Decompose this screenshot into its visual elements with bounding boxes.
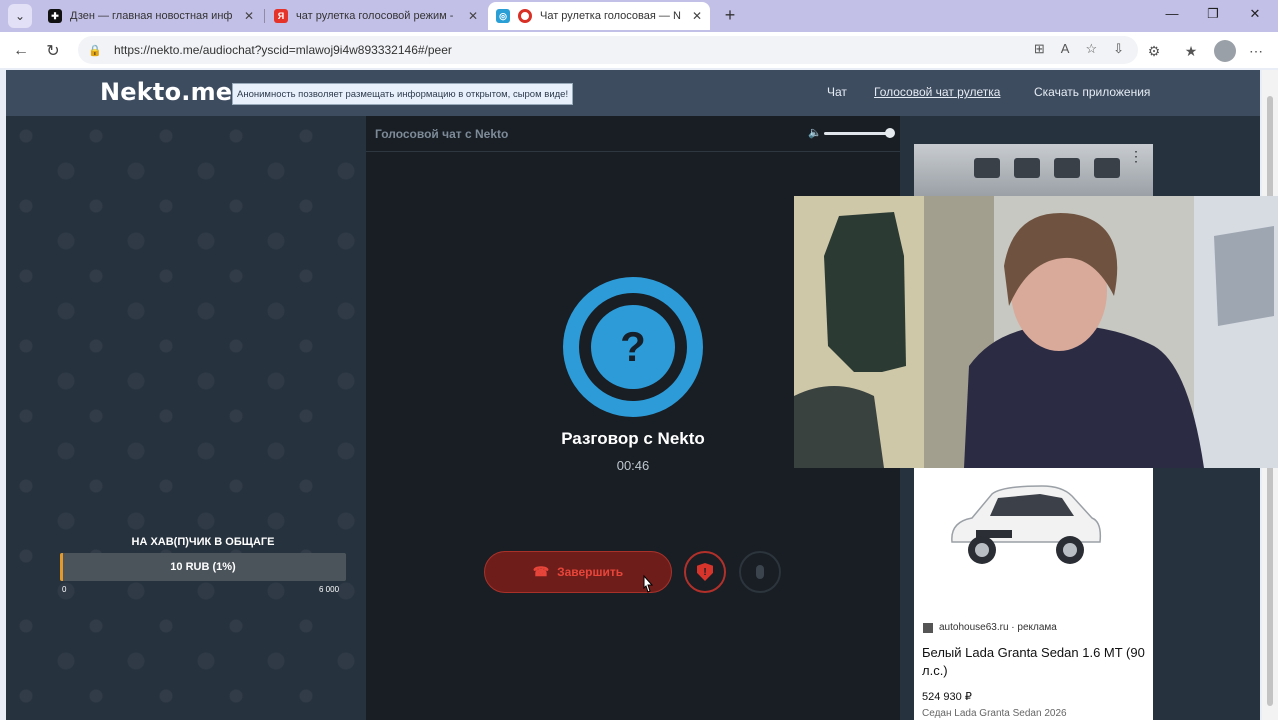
end-call-label: Завершить [557,565,624,579]
url-text: https://nekto.me/audiochat?yscid=mlawoj9… [114,43,452,57]
ad-more-icon[interactable]: ⋮ [1129,148,1143,165]
close-icon[interactable]: ✕ [244,9,254,23]
volume-slider-thumb[interactable] [885,128,895,138]
back-arrow-icon[interactable]: ← [10,40,32,62]
nav-chat[interactable]: Чат [827,85,847,99]
chat-header: Голосовой чат с Nekto 🔈 [366,116,900,152]
close-window-icon[interactable]: ✕ [1245,6,1265,22]
volume-icon[interactable]: 🔈 [808,126,822,140]
donation-title: НА ХАВ(П)ЧИК В ОБЩАГЕ [131,536,275,548]
shield-icon: ! [697,563,713,581]
bus-window [1054,158,1080,178]
tab-yandex-search[interactable]: Я чат рулетка голосовой режим - ✕ [266,2,486,30]
nav-download-apps[interactable]: Скачать приложения [1034,85,1150,99]
site-info-icon[interactable]: 🔒 [88,43,102,57]
report-button[interactable]: ! [684,551,726,593]
ad-subtitle: Седан Lada Granta Sedan 2026 [922,708,1067,719]
site-tagline: Анонимность позволяет размещать информац… [232,83,574,105]
browser-tab-strip: ⌄ ✚ Дзен — главная новостная инф ✕ Я чат… [0,0,1278,32]
donation-progress-bar: 10 RUB (1%) [60,553,346,581]
microphone-icon [756,565,764,579]
zen-icon: ✚ [48,9,62,23]
volume-slider[interactable] [824,132,890,135]
share-icon: ◎ [496,9,510,23]
extensions-icon[interactable]: ⚙ [1143,40,1165,62]
reload-icon[interactable]: ↻ [42,40,64,62]
tab-actions-menu-icon[interactable]: ⌄ [8,4,32,28]
webcam-frame-image [794,196,1278,468]
bus-window [974,158,1000,178]
question-mark-icon: ? [591,305,675,389]
nav-voice-chat[interactable]: Голосовой чат рулетка [874,85,1000,99]
address-bar[interactable]: 🔒 https://nekto.me/audiochat?yscid=mlawo… [78,36,1138,64]
microphone-button[interactable] [739,551,781,593]
tab-title: Дзен — главная новостная инф [70,10,233,22]
ad-title[interactable]: Белый Lada Granta Sedan 1.6 MT (90 л.с.) [922,644,1146,680]
donation-max: 6 000 [319,585,340,594]
mouse-cursor-icon [643,574,654,593]
close-icon[interactable]: ✕ [692,9,702,23]
ad-source-text: autohouse63.ru · реклама [939,622,1057,633]
bus-window [1094,158,1120,178]
favorite-star-icon[interactable]: ☆ [1085,41,1097,57]
favorites-icon[interactable]: ★ [1180,40,1202,62]
close-icon[interactable]: ✕ [468,9,478,23]
chat-header-title: Голосовой чат с Nekto [375,127,509,141]
donation-min: 0 [62,585,67,594]
bus-window [1014,158,1040,178]
ad-source-icon [923,622,933,633]
download-icon[interactable]: ⇩ [1113,41,1124,57]
more-menu-icon[interactable]: ⋯ [1245,40,1267,62]
restore-icon[interactable]: ❐ [1203,6,1223,22]
record-icon [518,9,532,23]
tab-nekto-active[interactable]: ◎ Чат рулетка голосовая — N ✕ [488,2,710,30]
yandex-icon: Я [274,9,288,23]
browser-toolbar: ← ↻ 🔒 https://nekto.me/audiochat?yscid=m… [0,32,1278,68]
new-tab-icon[interactable]: + [719,4,741,26]
ad-price: 524 930 ₽ [922,691,972,703]
tab-separator [264,9,265,23]
apps-grid-icon[interactable]: ⊞ [1034,41,1045,57]
site-logo[interactable]: Nekto.me [100,78,232,106]
ad-source: autohouse63.ru · реклама [923,622,1057,633]
site-header: Nekto.me Анонимность позволяет размещать… [6,70,1260,116]
left-panel: НА ХАВ(П)ЧИК В ОБЩАГЕ 10 RUB (1%) 0 6 00… [6,116,366,720]
tab-zen[interactable]: ✚ Дзен — главная новостная инф ✕ [40,2,262,30]
peer-avatar: ? [563,277,703,417]
read-aloud-icon[interactable]: A [1061,41,1070,57]
tab-title: чат рулетка голосовой режим - [296,10,454,22]
donation-progress-label: 10 RUB (1%) [170,561,236,573]
minimize-icon[interactable]: — [1162,6,1182,21]
profile-avatar-icon[interactable] [1214,40,1236,62]
phone-hangup-icon: ☎ [532,564,550,579]
webcam-video-overlay[interactable] [794,196,1278,468]
ad-top-image [914,144,1153,196]
tab-title: Чат рулетка голосовая — N [540,10,681,22]
car-image [951,485,1102,564]
